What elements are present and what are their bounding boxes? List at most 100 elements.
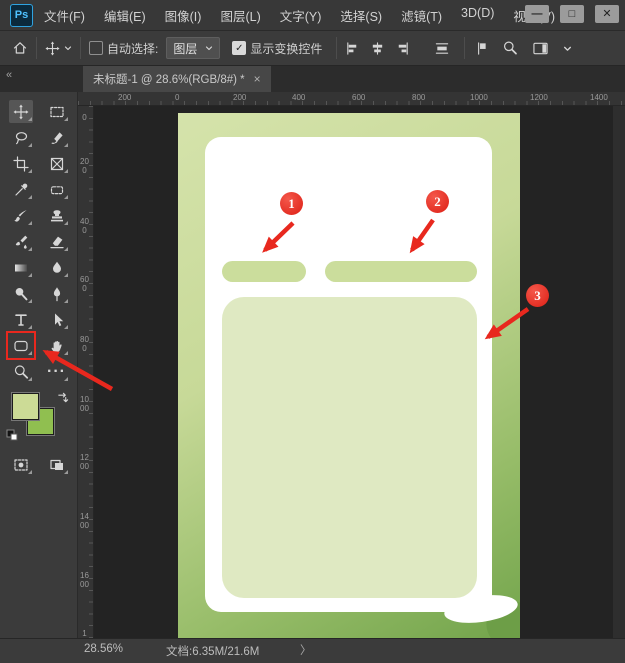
ruler-label: 0 — [175, 93, 179, 102]
ruler-label: 600 — [80, 276, 89, 294]
menu-layer[interactable]: 图层(L) — [220, 6, 260, 25]
document-tab[interactable]: 未标题-1 @ 28.6%(RGB/8#) * × — [83, 66, 271, 92]
move-icon — [45, 41, 60, 56]
tool-crop[interactable] — [9, 152, 33, 175]
ruler-label: 1000 — [80, 396, 89, 414]
document-tab-title: 未标题-1 @ 28.6%(RGB/8#) * — [93, 71, 245, 87]
vertical-ruler: 0 200 400 600 800 1000 1200 1400 1600 1 — [78, 106, 94, 638]
document-canvas[interactable] — [178, 113, 520, 638]
tool-eyedropper[interactable] — [9, 178, 33, 201]
chevron-down-icon[interactable] — [563, 44, 572, 53]
green-pill-shape-2 — [325, 261, 477, 282]
swap-colors-icon[interactable] — [56, 391, 69, 404]
annotation-badge-3: 3 — [526, 284, 549, 307]
move-tool-preset[interactable] — [45, 41, 72, 56]
tool-gradient[interactable] — [9, 256, 33, 279]
show-transform-option[interactable]: ✓ 显示变换控件 — [232, 40, 322, 57]
divider — [80, 37, 81, 59]
tool-move[interactable] — [9, 100, 33, 123]
tool-pen[interactable] — [45, 282, 69, 305]
ruler-label: 800 — [412, 93, 425, 102]
minimize-button[interactable]: — — [525, 5, 549, 23]
tool-path-selection[interactable] — [45, 308, 69, 331]
ruler-label: 1400 — [80, 513, 89, 531]
auto-select-checkbox[interactable] — [89, 41, 103, 55]
tool-eraser[interactable] — [45, 230, 69, 253]
ruler-label: 1600 — [80, 572, 89, 590]
layer-select-dropdown[interactable]: 图层 — [166, 37, 220, 59]
auto-select-option[interactable]: 自动选择: — [89, 40, 158, 57]
more-tools-icon[interactable]: ··· — [45, 360, 69, 383]
right-panel-dock[interactable] — [613, 106, 625, 638]
tool-hand[interactable] — [45, 334, 69, 357]
tool-lasso[interactable] — [9, 126, 33, 149]
menu-image[interactable]: 图像(I) — [165, 6, 202, 25]
quick-mask-button[interactable] — [9, 453, 33, 476]
color-swatches — [0, 389, 77, 451]
align-buttons — [345, 41, 450, 56]
screen-mode-button[interactable] — [45, 453, 69, 476]
tool-quick-selection[interactable] — [45, 126, 69, 149]
chevron-down-icon — [205, 44, 213, 52]
ruler-label: 0 — [80, 114, 89, 123]
tool-mixer-brush[interactable] — [9, 230, 33, 253]
tool-rectangle[interactable] — [9, 334, 33, 357]
ruler-label: 200 — [80, 158, 89, 176]
divider — [36, 37, 37, 59]
tool-blur[interactable] — [45, 256, 69, 279]
default-colors-icon[interactable] — [6, 429, 18, 441]
align-left-icon[interactable] — [345, 41, 360, 56]
status-expand-icon[interactable]: 〉 — [300, 642, 312, 658]
document-tab-bar: « 未标题-1 @ 28.6%(RGB/8#) * × — [0, 66, 625, 92]
tool-brush[interactable] — [9, 204, 33, 227]
divider — [336, 37, 337, 59]
menu-edit[interactable]: 编辑(E) — [104, 6, 146, 25]
maximize-button[interactable]: □ — [560, 5, 584, 23]
menu-3d[interactable]: 3D(D) — [461, 6, 494, 25]
chevron-down-icon — [64, 44, 72, 52]
tools-panel: ··· — [0, 92, 78, 638]
align-center-icon[interactable] — [370, 41, 385, 56]
ruler-label: 400 — [80, 218, 89, 236]
menu-select[interactable]: 选择(S) — [340, 6, 382, 25]
annotation-badge-2: 2 — [426, 190, 449, 213]
tool-rectangular-marquee[interactable] — [45, 100, 69, 123]
ruler-label: 1200 — [530, 93, 548, 102]
ruler-label: 800 — [80, 336, 89, 354]
close-button[interactable]: ✕ — [595, 5, 619, 23]
window-controls: — □ ✕ — [525, 5, 619, 23]
foreground-color-swatch[interactable] — [12, 393, 39, 420]
tool-type[interactable] — [9, 308, 33, 331]
workspace-icon[interactable] — [532, 41, 549, 56]
align-right-icon[interactable] — [395, 41, 410, 56]
ruler-label: 1400 — [590, 93, 608, 102]
photoshop-window: Ps 文件(F) 编辑(E) 图像(I) 图层(L) 文字(Y) 选择(S) 滤… — [0, 0, 625, 663]
home-icon — [12, 40, 28, 56]
workspace: 200 0 200 400 600 800 1000 1200 1400 0 2… — [0, 92, 625, 638]
home-button[interactable] — [12, 40, 28, 56]
tab-close-icon[interactable]: × — [254, 72, 261, 86]
tool-patch[interactable] — [45, 178, 69, 201]
annotation-badge-1: 1 — [280, 192, 303, 215]
menu-filter[interactable]: 滤镜(T) — [401, 6, 442, 25]
distribute-icon[interactable] — [434, 41, 450, 56]
tool-dodge[interactable] — [9, 282, 33, 305]
ruler-ticks — [89, 106, 93, 638]
ruler-label: 200 — [118, 93, 131, 102]
tool-frame[interactable] — [45, 152, 69, 175]
search-icon[interactable] — [502, 40, 518, 56]
document-size-info: 文档:6.35M/21.6M — [166, 643, 259, 659]
green-panel-shape — [222, 297, 477, 598]
tool-clone-stamp[interactable] — [45, 204, 69, 227]
title-bar: Ps 文件(F) 编辑(E) 图像(I) 图层(L) 文字(Y) 选择(S) 滤… — [0, 0, 625, 30]
menu-type[interactable]: 文字(Y) — [280, 6, 322, 25]
arrange-icon[interactable] — [473, 41, 488, 56]
collapse-panels-icon[interactable]: « — [6, 69, 12, 81]
menu-file[interactable]: 文件(F) — [44, 6, 85, 25]
zoom-level-field[interactable]: 28.56% — [84, 643, 123, 655]
show-transform-label: 显示变换控件 — [250, 40, 322, 57]
tool-zoom[interactable] — [9, 360, 33, 383]
show-transform-checkbox[interactable]: ✓ — [232, 41, 246, 55]
divider — [464, 37, 465, 59]
ruler-label: 1000 — [470, 93, 488, 102]
